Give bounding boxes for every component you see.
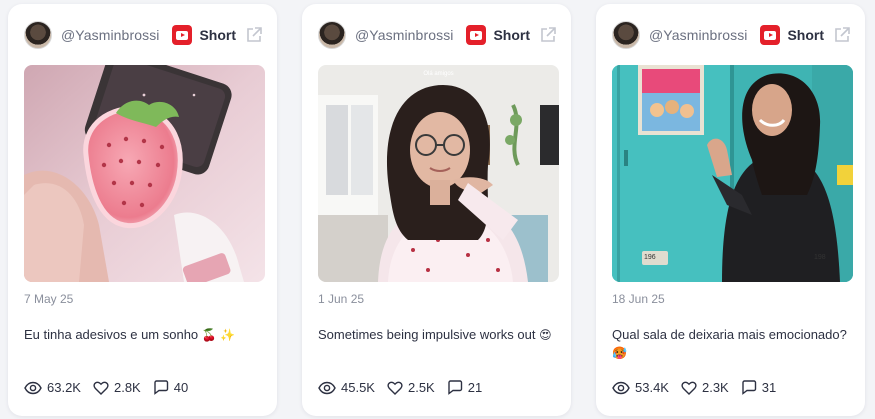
engagement-stats: 63.2K 2.8K 40	[24, 380, 200, 395]
comment-icon	[448, 380, 462, 395]
comments-count: 40	[173, 380, 189, 395]
caption-emoji: 😍	[539, 328, 552, 342]
thumbnail-overlay-text: Olá amigos	[423, 71, 454, 77]
video-caption: Qual sala de deixaria mais emocionado? 🥵	[612, 326, 851, 362]
video-caption: Sometimes being impulsive works out 😍	[318, 326, 557, 344]
video-caption: Eu tinha adesivos e um sonho 🍒 ✨	[24, 326, 263, 344]
views-count: 63.2K	[47, 380, 81, 395]
post-date: 18 Jun 25	[612, 292, 665, 306]
likes-stat: 2.8K	[93, 380, 141, 395]
channel-handle[interactable]: @Yasminbrossi	[355, 27, 454, 43]
external-link-icon[interactable]	[833, 26, 851, 44]
comments-count: 31	[761, 380, 777, 395]
video-card[interactable]: @Yasminbrossi Short 196 198 18 Jun 25 Qu…	[596, 4, 865, 416]
views-count: 53.4K	[635, 380, 669, 395]
heart-icon	[387, 381, 403, 395]
likes-count: 2.8K	[113, 380, 141, 395]
video-card[interactable]: @Yasminbrossi Short	[8, 4, 277, 416]
locker-number-right: 198	[814, 254, 826, 261]
views-stat: 45.5K	[318, 380, 375, 395]
likes-stat: 2.5K	[387, 380, 435, 395]
caption-emoji: 🍒 ✨	[201, 328, 236, 342]
post-date: 7 May 25	[24, 292, 74, 306]
card-header: @Yasminbrossi Short	[612, 20, 851, 50]
comment-icon	[742, 380, 756, 395]
channel-handle[interactable]: @Yasminbrossi	[61, 27, 160, 43]
youtube-icon	[760, 25, 781, 45]
video-type-label: Short	[493, 27, 530, 43]
video-thumbnail[interactable]	[24, 65, 265, 282]
likes-count: 2.3K	[701, 380, 729, 395]
youtube-icon	[172, 25, 193, 45]
caption-text: Eu tinha adesivos e um sonho	[24, 327, 199, 342]
card-header: @Yasminbrossi Short	[318, 20, 557, 50]
views-count: 45.5K	[341, 380, 375, 395]
likes-stat: 2.3K	[681, 380, 729, 395]
avatar[interactable]	[612, 21, 640, 49]
views-stat: 53.4K	[612, 380, 669, 395]
eye-icon	[318, 381, 336, 394]
post-date: 1 Jun 25	[318, 292, 365, 306]
avatar[interactable]	[24, 21, 52, 49]
caption-emoji: 🥵	[612, 346, 627, 360]
avatar[interactable]	[318, 21, 346, 49]
video-thumbnail[interactable]: 196 198	[612, 65, 853, 282]
likes-count: 2.5K	[407, 380, 435, 395]
heart-icon	[681, 381, 697, 395]
card-header: @Yasminbrossi Short	[24, 20, 263, 50]
youtube-icon	[466, 25, 487, 45]
video-thumbnail[interactable]: Olá amigos	[318, 65, 559, 282]
channel-handle[interactable]: @Yasminbrossi	[649, 27, 748, 43]
views-stat: 63.2K	[24, 380, 81, 395]
eye-icon	[612, 381, 630, 394]
external-link-icon[interactable]	[539, 26, 557, 44]
video-type-label: Short	[787, 27, 824, 43]
caption-text: Qual sala de deixaria mais emocionado?	[612, 327, 847, 342]
locker-number-left: 196	[644, 254, 656, 261]
comments-count: 21	[467, 380, 483, 395]
comments-stat: 40	[153, 380, 188, 395]
engagement-stats: 53.4K 2.3K 31	[612, 380, 788, 395]
video-card[interactable]: @Yasminbrossi Short	[302, 4, 571, 416]
eye-icon	[24, 381, 42, 394]
comments-stat: 31	[741, 380, 776, 395]
comments-stat: 21	[447, 380, 482, 395]
video-type-label: Short	[199, 27, 236, 43]
comment-icon	[154, 380, 168, 395]
external-link-icon[interactable]	[245, 26, 263, 44]
engagement-stats: 45.5K 2.5K 21	[318, 380, 494, 395]
heart-icon	[93, 381, 109, 395]
caption-text: Sometimes being impulsive works out	[318, 327, 536, 342]
